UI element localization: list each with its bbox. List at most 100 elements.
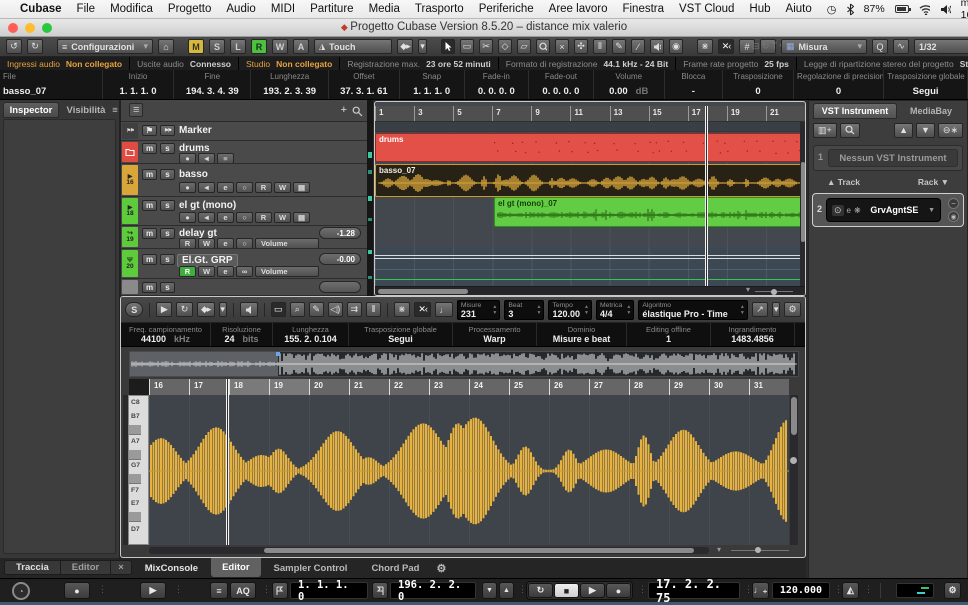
editor-piano-strip[interactable]: C8B7A7G7F7E7D7 <box>123 395 149 545</box>
arrangement-vscroll-thumb[interactable] <box>801 162 805 242</box>
track-write-button[interactable]: W <box>274 212 291 223</box>
info-column-inizio[interactable]: Inizio1. 1. 1. 0 <box>103 70 174 99</box>
track-color-chip[interactable]: Ψ20 <box>122 250 138 277</box>
track-solo-button[interactable]: s <box>160 143 175 154</box>
redo-button[interactable]: ↻ <box>27 39 43 54</box>
overview-selection-marker[interactable] <box>276 352 280 356</box>
field-spinner[interactable]: ▲▼ <box>626 304 631 316</box>
track-lanes-button[interactable]: ≡ <box>217 153 234 164</box>
status-item[interactable]: StudioNon collegato <box>239 57 340 70</box>
editor-autoscroll-options[interactable]: ▾ <box>219 302 227 317</box>
info-column-trasposizione-globale[interactable]: Trasposizione globaleSegui <box>884 70 968 99</box>
tab-chord-pad[interactable]: Chord Pad <box>360 560 430 577</box>
automation-mode-dropdown[interactable]: ◮Touch <box>314 39 392 54</box>
arrangement-hscrollbar[interactable]: ▾ <box>375 286 805 295</box>
play-mode-button[interactable]: ▶ <box>140 582 166 599</box>
editor-field-beat[interactable]: Beat3▲▼ <box>504 300 544 320</box>
status-item[interactable]: Legge di ripartizione stereo del progett… <box>797 57 968 70</box>
track-mute-button[interactable]: m <box>142 228 157 239</box>
menu-item-audio[interactable]: Audio <box>226 3 255 15</box>
editor-window-options[interactable]: ▾ <box>772 302 780 317</box>
transport-meter-display[interactable] <box>896 583 934 598</box>
editor-info-processamento[interactable]: ProcessamentoWarp <box>453 323 537 346</box>
tempo-track-button[interactable]: ♩₊ <box>752 582 769 599</box>
menu-item-hub[interactable]: Hub <box>749 3 770 15</box>
project-window-button[interactable]: ⌂ <box>158 39 174 54</box>
editor-zoom-slider-handle[interactable] <box>755 547 761 553</box>
grid-type-dropdown[interactable]: ▦Misura▾ <box>781 39 867 54</box>
tab-sampler-control[interactable]: Sampler Control <box>263 560 359 577</box>
menu-item-file[interactable]: File <box>77 3 96 15</box>
rack-search-button[interactable] <box>840 123 860 138</box>
overview-outside-region[interactable] <box>130 352 278 376</box>
track-mute-button[interactable]: m <box>142 254 157 265</box>
status-item[interactable]: Frame rate progetto25 fps <box>676 57 797 70</box>
autoscroll-button[interactable]: ◆▸ <box>397 39 413 54</box>
marker-lane[interactable] <box>375 122 805 132</box>
track-read-button[interactable]: R <box>179 238 196 249</box>
track-row-el-gt-mono-[interactable]: ▶18msel gt (mono)●◄e○RW▤ <box>121 197 367 226</box>
menu-item-trasporto[interactable]: Trasporto <box>415 3 464 15</box>
draw-tool[interactable]: ✎ <box>612 39 626 54</box>
track-row-basso[interactable]: ▶16msbasso●◄e○RW▤ <box>121 164 367 197</box>
arrangement-ruler[interactable]: 13579111315171921 <box>375 106 805 122</box>
configurazioni-dropdown[interactable]: ≡Configurazioni▾ <box>57 39 153 54</box>
chevron-down-icon[interactable]: ▼ <box>928 207 935 214</box>
track-solo-button[interactable]: s <box>160 228 175 239</box>
inspector-menu-icon[interactable]: ≡ <box>110 102 120 118</box>
slot-collapse-button[interactable]: − <box>948 198 959 209</box>
editor-info-risoluzione[interactable]: Risoluzione24bits <box>211 323 273 346</box>
track-solo-button[interactable]: s <box>160 200 175 211</box>
track-read-button[interactable]: R <box>255 212 272 223</box>
comp-tool[interactable]: ⦀ <box>593 39 607 54</box>
tab-traccia[interactable]: Traccia <box>5 561 61 574</box>
record-mode-button[interactable]: ● <box>64 582 90 599</box>
tempo-display[interactable]: 120.000 <box>772 582 830 599</box>
instrument-name[interactable]: GrvAgntSE <box>870 205 918 215</box>
auto-quantize-button[interactable]: AQ <box>230 582 256 599</box>
editor-playhead[interactable] <box>226 379 229 545</box>
editor-zoom-preset-icon[interactable]: ▾ <box>717 545 721 554</box>
snap-extra-buttons[interactable]: ⊟ ↻ T ▾ <box>760 39 776 54</box>
track-mon-button[interactable]: ◄ <box>198 212 215 223</box>
arrangement-area[interactable]: 13579111315171921drumsbasso_07el gt (mon… <box>374 101 806 296</box>
field-spinner[interactable]: ▲▼ <box>492 304 497 316</box>
tab-vst-instrument[interactable]: VST Instrument <box>813 103 897 119</box>
menu-item-cubase[interactable]: Cubase <box>20 3 62 15</box>
zoom-slider-handle[interactable] <box>771 289 777 295</box>
state-button-m[interactable]: M <box>188 39 204 54</box>
status-item[interactable]: Uscite audioConnesso <box>130 57 239 70</box>
quantize-preset-dropdown[interactable]: 1/32◔ <box>914 39 968 54</box>
quantize-wave-button[interactable]: ∿ <box>893 39 909 54</box>
menu-item-periferiche[interactable]: Periferiche <box>479 3 534 15</box>
track-read-on-button[interactable]: R <box>179 266 196 277</box>
state-button-l[interactable]: L <box>230 39 246 54</box>
track-write-button[interactable]: W <box>274 182 291 193</box>
transport-setup-gear-button[interactable]: ⚙ <box>944 582 961 599</box>
undo-button[interactable]: ↺ <box>6 39 22 54</box>
power-icon[interactable]: ⊙ <box>832 205 844 216</box>
track-color-chip[interactable]: ▶18 <box>122 198 138 224</box>
track-mon-button[interactable]: ◄ <box>198 153 215 164</box>
track-link-button[interactable]: ∞ <box>236 266 253 277</box>
info-column-lunghezza[interactable]: Lunghezza193. 2. 3. 39 <box>251 70 328 99</box>
track-color-chip[interactable] <box>122 280 138 294</box>
snap-on-off-button[interactable]: ✕‹ <box>718 39 734 54</box>
track-row-el-gt-grp[interactable]: Ψ20msEl.Gt. GRP-0.00RWe∞Volume <box>121 249 367 279</box>
track-auto-button[interactable]: ○ <box>236 212 253 223</box>
clip-drums[interactable]: drums <box>375 133 805 162</box>
track-mute-button[interactable]: m <box>142 282 157 293</box>
track-color-chip[interactable] <box>122 142 138 162</box>
editor-wave-canvas[interactable] <box>149 395 789 545</box>
field-spinner[interactable]: ▲▼ <box>537 304 542 316</box>
tab-editor-active[interactable]: Editor <box>211 558 260 577</box>
tab-inspector[interactable]: Inspector <box>3 102 59 118</box>
track-write-button[interactable]: W <box>198 266 215 277</box>
menu-item-modifica[interactable]: Modifica <box>110 3 153 15</box>
track-flag-button[interactable]: ⚑ <box>142 125 157 136</box>
info-column-offset[interactable]: Offset37. 3. 1. 61 <box>329 70 400 99</box>
track-read-button[interactable]: R <box>255 182 272 193</box>
track-solo-button[interactable]: s <box>160 169 175 180</box>
editor-vzoom-handle[interactable] <box>790 457 797 464</box>
track-edit-button[interactable]: e <box>217 266 234 277</box>
